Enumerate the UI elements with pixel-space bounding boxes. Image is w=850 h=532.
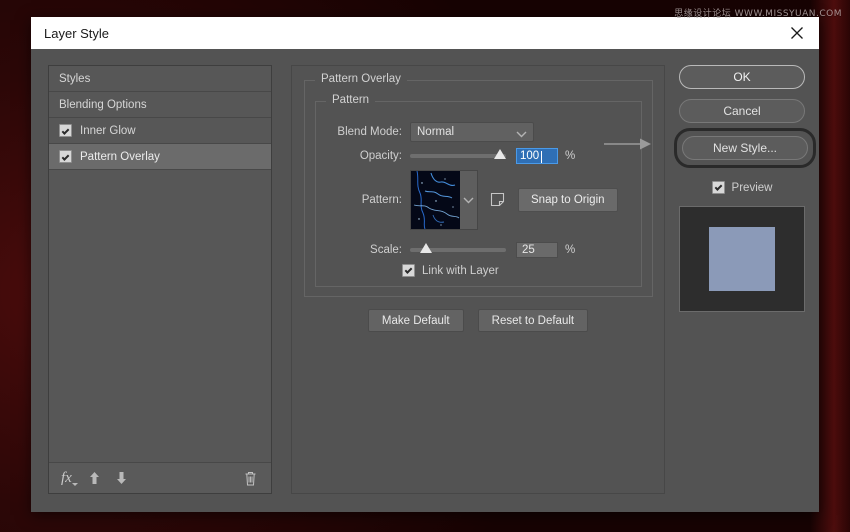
new-style-highlight-annotation: New Style... — [674, 128, 816, 168]
arrow-down-icon[interactable] — [115, 471, 128, 485]
pattern-overlay-checkbox[interactable] — [59, 150, 72, 163]
styles-list-panel: Styles Blending Options Inner Glow Patte… — [48, 65, 272, 494]
opacity-value: 100 — [520, 150, 539, 162]
pattern-overlay-settings-panel: Pattern Overlay Pattern Blend Mode: Norm… — [291, 65, 665, 494]
preview-label: Preview — [732, 182, 773, 194]
opacity-row: Opacity: 100 % — [316, 148, 641, 164]
fx-icon[interactable]: fx — [61, 470, 72, 487]
new-style-button[interactable]: New Style... — [682, 136, 808, 160]
scale-input[interactable]: 25 — [516, 242, 558, 258]
sidebar-item-label: Blending Options — [59, 99, 147, 111]
sidebar-item-blending-options[interactable]: Blending Options — [49, 92, 271, 118]
ok-button[interactable]: OK — [679, 65, 805, 89]
default-buttons-row: Make Default Reset to Default — [292, 309, 664, 332]
opacity-slider-knob[interactable] — [494, 149, 506, 159]
pattern-thumbnail — [411, 171, 460, 229]
reset-to-default-button[interactable]: Reset to Default — [478, 309, 588, 332]
preview-swatch — [709, 227, 775, 291]
inner-glow-checkbox[interactable] — [59, 124, 72, 137]
sidebar-item-inner-glow[interactable]: Inner Glow — [49, 118, 271, 144]
pattern-group-label: Pattern — [326, 94, 375, 106]
preview-checkbox[interactable] — [712, 181, 725, 194]
link-with-layer-label: Link with Layer — [422, 265, 499, 277]
pattern-row: Pattern: — [316, 170, 641, 230]
scale-slider-knob[interactable] — [420, 243, 432, 253]
annotation-arrow-icon — [604, 137, 652, 151]
arrow-up-icon[interactable] — [88, 471, 101, 485]
sidebar-item-label: Styles — [59, 73, 90, 85]
sidebar-item-pattern-overlay[interactable]: Pattern Overlay — [49, 144, 271, 170]
pattern-picker[interactable] — [410, 170, 478, 230]
scale-unit: % — [565, 244, 575, 256]
sidebar-item-label: Inner Glow — [80, 125, 136, 137]
pattern-group: Pattern Blend Mode: Normal Opaci — [315, 101, 642, 287]
scale-slider[interactable] — [410, 248, 506, 252]
snap-to-origin-button[interactable]: Snap to Origin — [518, 188, 618, 212]
watermark-text: 思缘设计论坛 WWW.MISSYUAN.COM — [674, 6, 842, 19]
opacity-label: Opacity: — [316, 150, 402, 162]
sidebar-item-label: Pattern Overlay — [80, 151, 160, 163]
chevron-down-icon — [516, 129, 527, 141]
link-with-layer-row: Link with Layer — [402, 264, 499, 277]
pattern-label: Pattern: — [316, 170, 402, 206]
opacity-slider[interactable] — [410, 154, 506, 158]
pattern-overlay-group: Pattern Overlay Pattern Blend Mode: Norm… — [304, 80, 653, 297]
opacity-input[interactable]: 100 — [516, 148, 558, 164]
make-default-button[interactable]: Make Default — [368, 309, 464, 332]
blend-mode-label: Blend Mode: — [316, 126, 402, 138]
text-caret — [541, 151, 542, 163]
blend-mode-row: Blend Mode: Normal — [316, 122, 641, 142]
dialog-titlebar: Layer Style — [31, 17, 819, 49]
opacity-unit: % — [565, 150, 575, 162]
close-icon[interactable] — [775, 17, 819, 49]
chevron-down-icon[interactable] — [460, 171, 477, 229]
scale-value: 25 — [522, 244, 535, 256]
sidebar-item-styles[interactable]: Styles — [49, 66, 271, 92]
layer-style-dialog: Layer Style Styles Blending Options Inne… — [31, 17, 819, 512]
preview-row: Preview — [679, 181, 805, 194]
new-preset-icon[interactable] — [490, 192, 506, 208]
style-preview-thumbnail — [679, 206, 805, 312]
scale-label: Scale: — [316, 244, 402, 256]
blend-mode-select[interactable]: Normal — [410, 122, 534, 142]
dialog-actions-panel: OK Cancel New Style... Preview — [679, 65, 805, 312]
cancel-button[interactable]: Cancel — [679, 99, 805, 123]
scale-row: Scale: 25 % — [316, 242, 641, 258]
dialog-body: Styles Blending Options Inner Glow Patte… — [31, 49, 819, 512]
styles-list-toolbar: fx — [49, 462, 271, 493]
styles-list-empty-area — [49, 170, 271, 462]
dialog-title: Layer Style — [44, 26, 109, 41]
pattern-overlay-group-label: Pattern Overlay — [315, 73, 407, 85]
trash-icon[interactable] — [244, 471, 257, 486]
blend-mode-value: Normal — [417, 126, 454, 138]
link-with-layer-checkbox[interactable] — [402, 264, 415, 277]
